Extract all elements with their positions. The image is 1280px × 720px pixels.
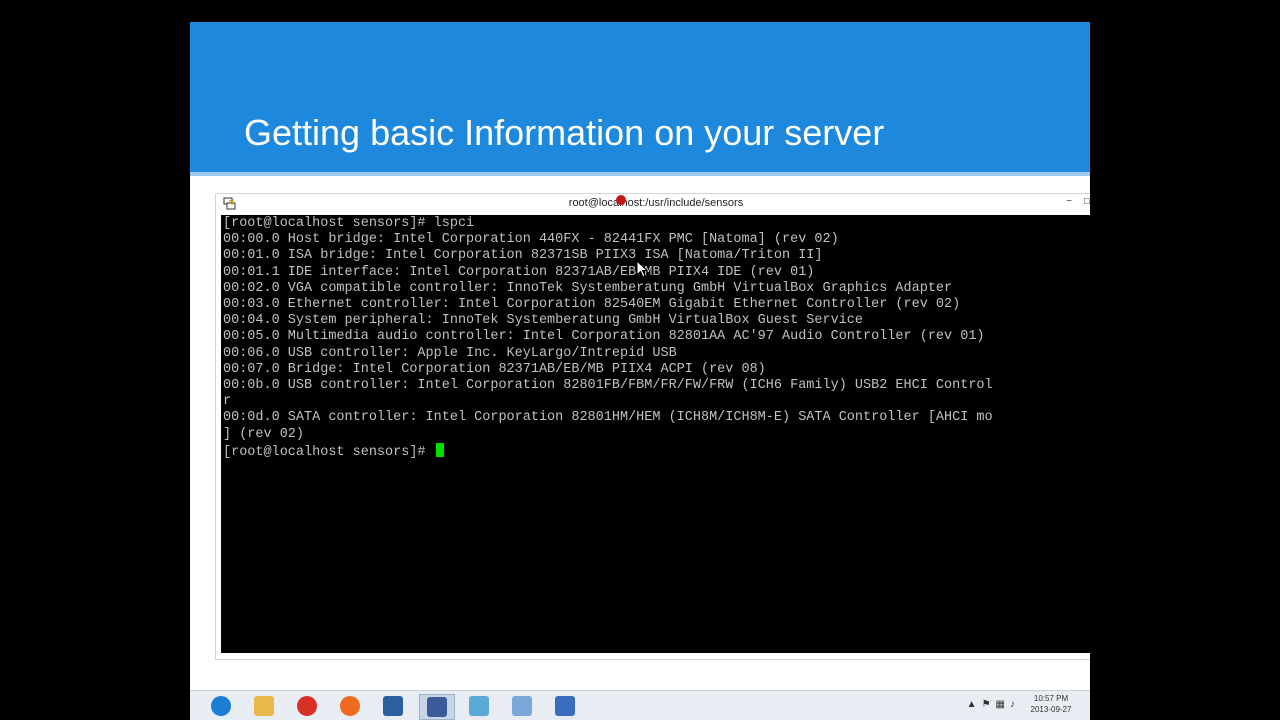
flag-icon[interactable]: ⚑ <box>982 699 996 710</box>
ie-icon <box>211 696 231 716</box>
presentation-slide: Getting basic Information on your server… <box>190 22 1090 720</box>
taskbar-app[interactable] <box>376 694 410 718</box>
terminal-line: 00:0b.0 USB controller: Intel Corporatio… <box>223 378 993 394</box>
taskbar-app[interactable] <box>333 694 367 718</box>
file-explorer-icon <box>254 696 274 716</box>
app-icon <box>469 696 489 716</box>
tray-arrow-icon[interactable]: ▲ <box>967 699 982 710</box>
terminal-line: 00:00.0 Host bridge: Intel Corporation 4… <box>223 232 839 248</box>
terminal-line: [root@localhost sensors]# lspci <box>223 216 475 231</box>
clock-date: 2013-09-27 <box>1030 705 1072 714</box>
terminal-line: ] (rev 02) <box>223 426 305 442</box>
window-title: root@localhost:/usr/include/sensors <box>568 197 744 209</box>
taskbar-app[interactable] <box>419 694 455 720</box>
text-cursor <box>435 442 444 457</box>
taskbar-app[interactable] <box>204 694 238 718</box>
mouse-pointer-icon <box>636 260 648 278</box>
network-icon[interactable]: ▦ <box>996 699 1010 710</box>
terminal-line: 00:03.0 Ethernet controller: Intel Corpo… <box>223 297 961 313</box>
terminal-line: 00:06.0 USB controller: Apple Inc. KeyLa… <box>223 345 677 361</box>
click-indicator <box>616 195 626 205</box>
putty-icon <box>427 697 447 717</box>
terminal-line: 00:0d.0 SATA controller: Intel Corporati… <box>223 410 993 426</box>
virtualbox-icon <box>383 696 403 716</box>
volume-icon[interactable]: ♪ <box>1010 699 1020 710</box>
taskbar-app[interactable] <box>290 694 324 718</box>
clock[interactable]: 10:57 PM 2013-09-27 <box>1022 693 1080 715</box>
terminal-text: [root@localhost sensors]# lspci 00:00.0 … <box>223 216 993 461</box>
chrome-icon <box>297 696 317 716</box>
minimize-button[interactable]: − <box>1060 194 1078 210</box>
terminal-line: 00:01.1 IDE interface: Intel Corporation… <box>223 264 815 280</box>
taskbar-app[interactable] <box>505 694 539 718</box>
terminal-line: 00:07.0 Bridge: Intel Corporation 82371A… <box>223 361 766 377</box>
putty-window[interactable]: root@localhost:/usr/include/sensors − □ … <box>215 193 1090 660</box>
terminal-output[interactable]: [root@localhost sensors]# lspci 00:00.0 … <box>221 215 1090 653</box>
save-icon <box>555 696 575 716</box>
terminal-line: 00:04.0 System peripheral: InnoTek Syste… <box>223 313 864 329</box>
system-tray[interactable]: ▲⚑▦♪ <box>967 699 1020 710</box>
slide-header: Getting basic Information on your server <box>190 22 1090 176</box>
terminal-line: 00:05.0 Multimedia audio controller: Int… <box>223 329 985 345</box>
taskbar: ▲⚑▦♪ 10:57 PM 2013-09-27 <box>190 690 1090 720</box>
window-titlebar[interactable]: root@localhost:/usr/include/sensors − □ <box>216 194 1090 214</box>
clock-time: 10:57 PM <box>1033 694 1069 703</box>
slide-title: Getting basic Information on your server <box>244 112 885 153</box>
taskbar-app[interactable] <box>548 694 582 718</box>
paint-icon <box>512 696 532 716</box>
origin-icon <box>340 696 360 716</box>
terminal-line: 00:01.0 ISA bridge: Intel Corporation 82… <box>223 248 823 264</box>
terminal-line: r <box>223 394 232 410</box>
taskbar-app[interactable] <box>247 694 281 718</box>
prompt-line: [root@localhost sensors]# <box>223 444 434 460</box>
maximize-button[interactable]: □ <box>1078 194 1090 210</box>
taskbar-app[interactable] <box>462 694 496 718</box>
terminal-line: 00:02.0 VGA compatible controller: InnoT… <box>223 280 953 296</box>
